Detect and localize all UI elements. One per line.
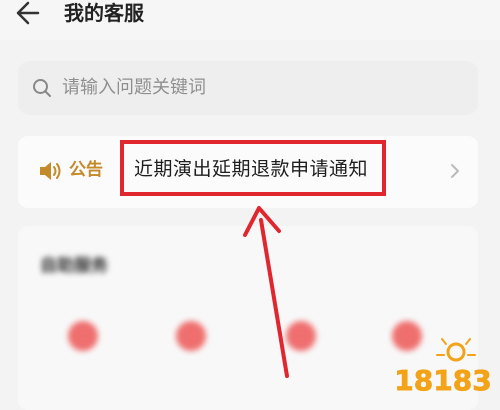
service-item-3[interactable] bbox=[256, 321, 346, 391]
watermark-logo: 18183 bbox=[388, 334, 498, 404]
back-button[interactable] bbox=[10, 0, 46, 26]
service-title: 自助服务 bbox=[40, 256, 108, 276]
page-title: 我的客服 bbox=[64, 1, 144, 25]
service-icon bbox=[176, 321, 206, 351]
watermark-icon: 18183 bbox=[394, 338, 492, 397]
service-icon bbox=[286, 321, 316, 351]
watermark-text: 18183 bbox=[394, 364, 491, 397]
search-placeholder: 请输入问题关键词 bbox=[62, 77, 206, 98]
search-input[interactable]: 请输入问题关键词 bbox=[18, 61, 478, 115]
speaker-icon bbox=[40, 162, 61, 180]
service-item-1[interactable] bbox=[38, 321, 128, 391]
arrow-left-icon bbox=[16, 1, 40, 25]
search-icon bbox=[33, 79, 51, 97]
header: 我的客服 bbox=[0, 0, 500, 40]
notice-label: 公告 bbox=[69, 160, 103, 180]
service-icon bbox=[68, 321, 98, 351]
highlight-box bbox=[120, 140, 386, 196]
chevron-right-icon[interactable] bbox=[448, 160, 462, 182]
service-item-2[interactable] bbox=[146, 321, 236, 391]
